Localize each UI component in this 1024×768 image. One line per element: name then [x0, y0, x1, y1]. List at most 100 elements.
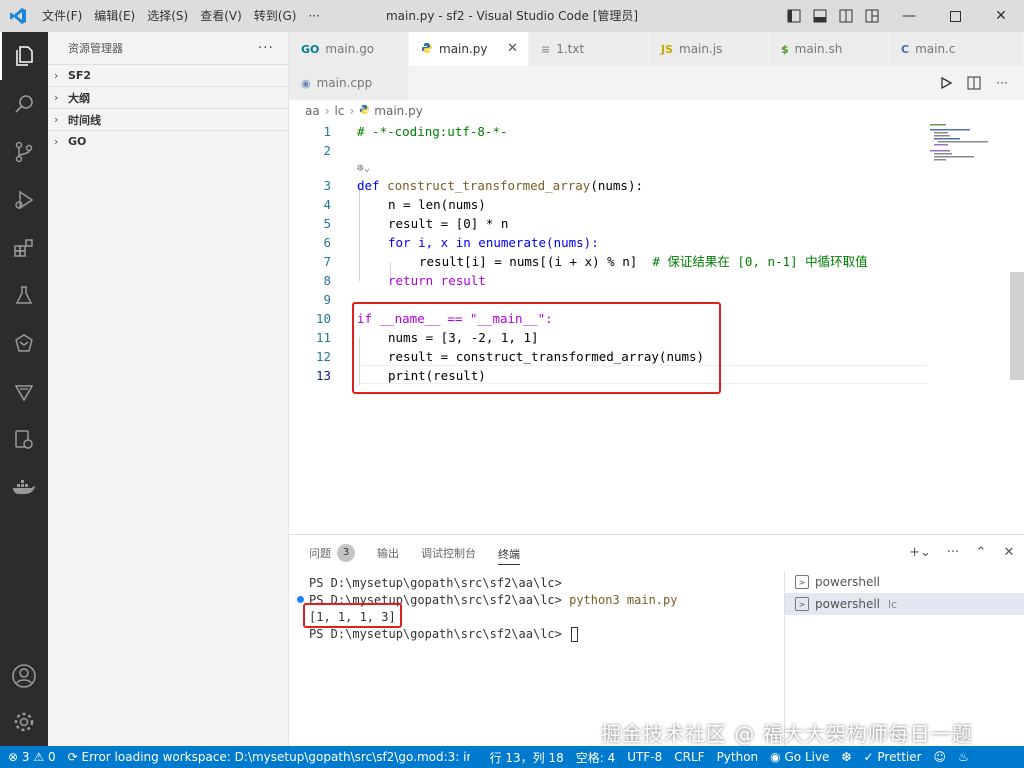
breadcrumb-item[interactable]: lc: [335, 104, 345, 118]
close-tab-icon[interactable]: ✕: [507, 41, 518, 56]
layout-controls: [784, 0, 882, 32]
breadcrumb: aa › lc › main.py: [289, 100, 1024, 122]
explorer-title: 资源管理器: [68, 42, 123, 55]
code-line: # -*-coding:utf-8-*-: [357, 124, 508, 139]
codelens-sparkle-icon[interactable]: ❆⌄: [357, 158, 370, 177]
tab-main-cpp[interactable]: ◉ main.cpp: [289, 66, 409, 100]
terminal-list-item[interactable]: > powershell: [785, 571, 1024, 593]
minimize-icon[interactable]: —: [886, 0, 932, 32]
extensions-icon[interactable]: [0, 224, 48, 272]
menu-file[interactable]: 文件(F): [36, 0, 88, 32]
python-icon: [359, 104, 370, 118]
terminal-line: PS D:\mysetup\gopath\src\sf2\aa\lc>: [309, 626, 579, 643]
python-icon: [421, 42, 433, 57]
maximize-icon[interactable]: [932, 0, 978, 32]
maximize-panel-icon[interactable]: ⌃: [972, 543, 990, 561]
title-bar: 文件(F) 编辑(E) 选择(S) 查看(V) 转到(G) ··· main.p…: [0, 0, 1024, 32]
tab-main-sh[interactable]: $ main.sh: [769, 32, 889, 66]
breadcrumb-item[interactable]: main.py: [374, 104, 423, 118]
split-editor-icon[interactable]: [964, 73, 984, 93]
gitlens-triangle-icon[interactable]: [0, 368, 48, 416]
bottom-panel: 问题 3 输出 调试控制台 终端 +⌄ ··· ⌃ ✕ PS D:\mysetup…: [289, 534, 1024, 747]
more-actions-icon[interactable]: ···: [992, 73, 1012, 93]
tab-1-txt[interactable]: ≡ 1.txt: [529, 32, 649, 66]
prettier-status[interactable]: ✓ Prettier: [858, 750, 928, 764]
tab-output[interactable]: 输出: [377, 535, 399, 571]
search-icon[interactable]: [0, 80, 48, 128]
code-line: def construct_transformed_array(nums):: [357, 178, 643, 193]
menu-selection[interactable]: 选择(S): [141, 0, 194, 32]
section-sf2[interactable]: › SF2: [48, 64, 288, 86]
tab-debug-console[interactable]: 调试控制台: [421, 535, 476, 571]
notifications-icon[interactable]: ♨: [952, 750, 975, 764]
section-outline[interactable]: › 大纲: [48, 86, 288, 108]
terminal-icon: >: [795, 575, 809, 589]
close-panel-icon[interactable]: ✕: [1000, 543, 1018, 561]
tab-terminal[interactable]: 终端: [498, 543, 520, 565]
problems-status[interactable]: ⊗ 3 ⚠ 0: [0, 750, 62, 764]
panel-actions: +⌄ ··· ⌃ ✕: [906, 543, 1018, 561]
refresh-icon: ⟳: [67, 750, 78, 764]
c-file-icon: C: [901, 42, 910, 56]
account-icon[interactable]: [0, 652, 48, 700]
tab-main-c[interactable]: Cmain.c: [889, 32, 1024, 66]
tab-main-js[interactable]: JS main.js: [649, 32, 769, 66]
docker-icon[interactable]: [0, 464, 48, 512]
language-mode[interactable]: Python: [711, 750, 765, 764]
menu-edit[interactable]: 编辑(E): [88, 0, 141, 32]
eol-status[interactable]: CRLF: [668, 750, 710, 764]
remote-settings-icon[interactable]: [0, 416, 48, 464]
toggle-panel-icon[interactable]: [810, 6, 830, 26]
tab-problems[interactable]: 问题 3: [309, 535, 355, 571]
vscode-logo-icon: [0, 0, 36, 32]
cursor-position[interactable]: 行 13，列 18: [484, 749, 570, 766]
testing-flask-icon[interactable]: [0, 272, 48, 320]
close-window-icon[interactable]: ✕: [978, 0, 1024, 32]
menu-go[interactable]: 转到(G): [248, 0, 303, 32]
editor-actions: ···: [936, 66, 1024, 100]
line-number: 12: [315, 349, 331, 364]
toggle-sidebar-icon[interactable]: [784, 6, 804, 26]
encoding-status[interactable]: UTF-8: [621, 750, 668, 764]
watermark: 掘金技术社区 @ 福大大架构师每日一题: [601, 722, 973, 746]
feedback-icon[interactable]: ☺: [928, 750, 953, 764]
check-double-icon: ✓: [863, 750, 874, 764]
section-go[interactable]: › GO: [48, 130, 288, 152]
menu-bar: 文件(F) 编辑(E) 选择(S) 查看(V) 转到(G) ···: [36, 0, 326, 32]
more-actions-icon[interactable]: ···: [944, 543, 962, 561]
new-terminal-icon[interactable]: +⌄: [906, 543, 934, 561]
breadcrumb-item[interactable]: aa: [305, 104, 320, 118]
js-file-icon: JS: [661, 42, 674, 56]
window-controls: — ✕: [886, 0, 1024, 32]
remote-explorer-icon[interactable]: [0, 320, 48, 368]
source-control-icon[interactable]: [0, 128, 48, 176]
minimap[interactable]: [928, 122, 1008, 172]
go-live-status[interactable]: ◉ Go Live: [764, 750, 835, 764]
terminal-cursor: [571, 627, 579, 642]
section-timeline[interactable]: › 时间线: [48, 108, 288, 130]
editor-scrollbar[interactable]: [1010, 272, 1024, 380]
menu-view[interactable]: 查看(V): [194, 0, 248, 32]
menu-more[interactable]: ···: [302, 0, 325, 32]
run-file-icon[interactable]: [936, 73, 956, 93]
line-number: 4: [323, 197, 331, 212]
tab-main-py[interactable]: main.py ✕: [409, 32, 529, 66]
run-debug-icon[interactable]: [0, 176, 48, 224]
go-file-icon: GO: [301, 42, 320, 56]
explorer-icon[interactable]: [0, 32, 48, 80]
remote-icon[interactable]: ❆: [835, 750, 857, 764]
customize-layout-icon[interactable]: [862, 6, 882, 26]
terminal-line: PS D:\mysetup\gopath\src\sf2\aa\lc>: [309, 576, 562, 590]
shell-file-icon: $: [781, 42, 789, 56]
terminal-list-item[interactable]: > powershell lc: [785, 593, 1024, 615]
toggle-secondary-sidebar-icon[interactable]: [836, 6, 856, 26]
explorer-more-icon[interactable]: ···: [258, 40, 274, 56]
workspace-error-status[interactable]: ⟳ Error loading workspace: D:\mysetup\go…: [62, 750, 470, 764]
code-line: result[i] = nums[(i + x) % n] # 保证结果在 [0…: [419, 254, 868, 269]
code-line: n = len(nums): [388, 197, 486, 212]
indentation-status[interactable]: 空格: 4: [570, 749, 622, 766]
code-line: for i, x in enumerate(nums):: [388, 235, 599, 250]
manage-gear-icon[interactable]: [0, 698, 48, 746]
broadcast-icon: ◉: [770, 750, 781, 764]
tab-main-go[interactable]: GO main.go: [289, 32, 409, 66]
